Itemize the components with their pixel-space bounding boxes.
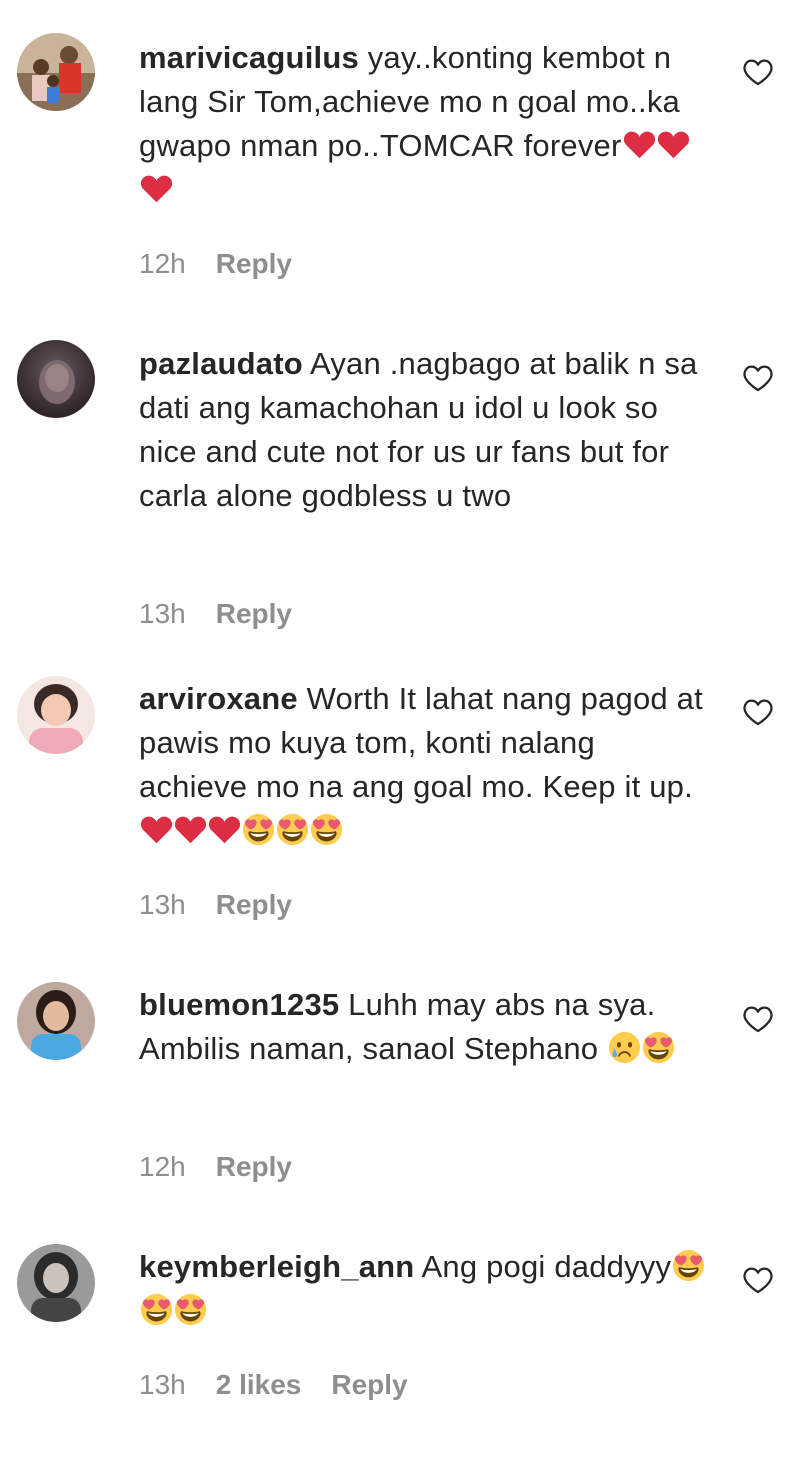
like-button[interactable] bbox=[740, 1263, 776, 1297]
heart-outline-icon bbox=[743, 1006, 773, 1033]
heart-eyes-emoji bbox=[672, 1249, 705, 1282]
avatar[interactable] bbox=[17, 1244, 95, 1322]
reply-button[interactable]: Reply bbox=[216, 598, 292, 629]
comment-text: marivicaguilus yay..konting kembot n lan… bbox=[139, 36, 709, 212]
like-button[interactable] bbox=[740, 695, 776, 729]
red-heart-emoji bbox=[174, 813, 207, 846]
red-heart-emoji bbox=[657, 128, 690, 161]
comment-meta: 13h 2 likes Reply bbox=[139, 1368, 408, 1402]
comment-text: pazlaudato Ayan .nagbago at balik n sa d… bbox=[139, 342, 709, 518]
avatar[interactable] bbox=[17, 676, 95, 754]
likes-count[interactable]: 2 likes bbox=[216, 1369, 302, 1400]
reply-button[interactable]: Reply bbox=[216, 1151, 292, 1182]
comment-timestamp[interactable]: 12h bbox=[139, 248, 186, 279]
comment-timestamp[interactable]: 13h bbox=[139, 598, 186, 629]
red-heart-emoji bbox=[623, 128, 656, 161]
heart-eyes-emoji bbox=[140, 1293, 173, 1326]
reply-button[interactable]: Reply bbox=[331, 1369, 407, 1400]
heart-eyes-emoji bbox=[242, 813, 275, 846]
comment-meta: 13h Reply bbox=[139, 888, 292, 922]
comment-body: Ang pogi daddyyy bbox=[414, 1249, 672, 1284]
like-button[interactable] bbox=[740, 1002, 776, 1036]
avatar[interactable] bbox=[17, 982, 95, 1060]
like-button[interactable] bbox=[740, 55, 776, 89]
comment-emojis bbox=[139, 813, 343, 848]
reply-button[interactable]: Reply bbox=[216, 248, 292, 279]
heart-outline-icon bbox=[743, 1267, 773, 1294]
comment-meta: 12h Reply bbox=[139, 1150, 292, 1184]
comment-username[interactable]: pazlaudato bbox=[139, 346, 303, 381]
comment-meta: 13h Reply bbox=[139, 597, 292, 631]
comment-text: keymberleigh_ann Ang pogi daddyyy bbox=[139, 1245, 709, 1333]
reply-button[interactable]: Reply bbox=[216, 889, 292, 920]
red-heart-emoji bbox=[208, 813, 241, 846]
comment-username[interactable]: bluemon1235 bbox=[139, 987, 339, 1022]
heart-outline-icon bbox=[743, 59, 773, 86]
comment-timestamp[interactable]: 13h bbox=[139, 1369, 186, 1400]
comment-username[interactable]: keymberleigh_ann bbox=[139, 1249, 414, 1284]
heart-outline-icon bbox=[743, 365, 773, 392]
avatar[interactable] bbox=[17, 340, 95, 418]
red-heart-emoji bbox=[140, 813, 173, 846]
comment-username[interactable]: marivicaguilus bbox=[139, 40, 359, 75]
like-button[interactable] bbox=[740, 361, 776, 395]
heart-eyes-emoji bbox=[642, 1031, 675, 1064]
comment-text: arviroxane Worth It lahat nang pagod at … bbox=[139, 677, 709, 853]
red-heart-emoji bbox=[140, 172, 173, 205]
comment-username[interactable]: arviroxane bbox=[139, 681, 298, 716]
comment-emojis bbox=[607, 1031, 675, 1066]
comment-timestamp[interactable]: 12h bbox=[139, 1151, 186, 1182]
comment-meta: 12h Reply bbox=[139, 247, 292, 281]
avatar[interactable] bbox=[17, 33, 95, 111]
heart-eyes-emoji bbox=[310, 813, 343, 846]
crying-face-emoji bbox=[608, 1031, 641, 1064]
heart-outline-icon bbox=[743, 699, 773, 726]
heart-eyes-emoji bbox=[276, 813, 309, 846]
comment-text: bluemon1235 Luhh may abs na sya. Ambilis… bbox=[139, 983, 709, 1071]
comment-timestamp[interactable]: 13h bbox=[139, 889, 186, 920]
heart-eyes-emoji bbox=[174, 1293, 207, 1326]
